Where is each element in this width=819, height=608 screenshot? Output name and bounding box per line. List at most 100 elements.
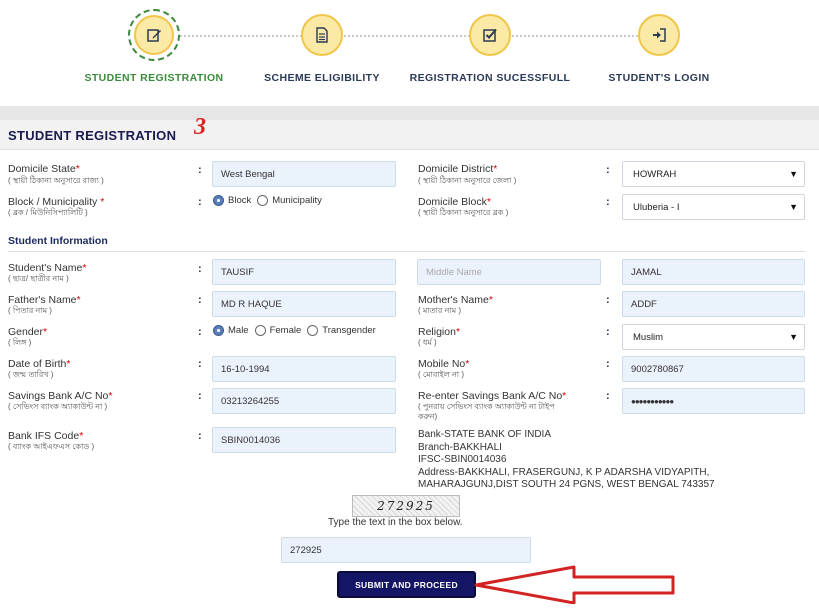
colon: : (606, 164, 610, 176)
domicile-state-field[interactable]: West Bengal (212, 161, 396, 187)
submit-button[interactable]: SUBMIT AND PROCEED (337, 571, 476, 598)
chevron-down-icon: ▼ (789, 332, 798, 342)
colon: : (606, 196, 610, 208)
step-connector (180, 35, 302, 37)
dob-sublabel: ( জন্ম তারিখ ) (8, 370, 54, 379)
bank-branch: Branch-BAKKHALI (418, 441, 502, 453)
red-arrow-annotation (474, 565, 675, 604)
block-radio[interactable] (213, 195, 224, 206)
religion-select[interactable]: Muslim ▼ (622, 324, 805, 350)
gender-radio-group: Male Female Transgender (213, 325, 382, 336)
gender-sublabel: ( লিঙ্গ ) (8, 338, 32, 347)
colon: : (606, 326, 610, 338)
colon: : (198, 390, 202, 402)
colon: : (198, 164, 202, 176)
domicile-block-select[interactable]: Uluberia - I ▼ (622, 194, 805, 220)
step-label: STUDENT REGISTRATION (84, 72, 224, 84)
ifsc-sublabel: ( ব্যাংক আইএফএস কোড ) (8, 442, 95, 451)
domicile-district-label: Domicile District* (418, 163, 498, 175)
colon: : (198, 294, 202, 306)
checkbox-icon (483, 28, 497, 42)
mobile-label: Mobile No* (418, 358, 470, 370)
step-connector (512, 35, 638, 37)
mobile-input[interactable]: 9002780867 (622, 356, 805, 382)
reenter-ac-sublabel: ( পুনরায় সেভিংস ব্যাংক অ্যাকাউন্ট না টা… (418, 402, 555, 411)
reenter-ac-input[interactable]: ●●●●●●●●●●● (622, 388, 805, 414)
savings-ac-input[interactable]: 03213264255 (212, 388, 396, 414)
father-name-label: Father's Name* (8, 294, 81, 306)
radio-label: Female (269, 325, 302, 336)
block-municipality-label: Block / Municipality * (8, 196, 105, 208)
religion-label: Religion* (418, 326, 461, 338)
mobile-sublabel: ( মোবাইল না ) (418, 370, 464, 379)
first-name-input[interactable]: TAUSIF (212, 259, 396, 285)
step-label: STUDENT'S LOGIN (608, 72, 710, 84)
female-radio[interactable] (254, 325, 266, 336)
ifsc-input[interactable]: SBIN0014036 (212, 427, 396, 453)
father-name-input[interactable]: MD R HAQUE (212, 291, 396, 317)
savings-ac-sublabel: ( সেভিংস ব্যাংক অ্যাকাউন্ট না ) (8, 402, 108, 411)
annotation-number: 3 (194, 114, 206, 140)
edit-icon (147, 29, 161, 42)
colon: : (606, 390, 610, 402)
step-circle (301, 14, 343, 56)
bank-address: MAHARAJGUNJ,DIST SOUTH 24 PGNS, WEST BEN… (418, 479, 715, 490)
colon: : (198, 263, 202, 275)
municipality-radio[interactable] (257, 195, 269, 206)
radio-label: Block (228, 195, 252, 206)
colon: : (606, 358, 610, 370)
religion-sublabel: ( ধর্ম ) (418, 338, 437, 347)
reenter-ac-label: Re-enter Savings Bank A/C No* (418, 390, 567, 402)
login-icon (653, 28, 666, 42)
colon: : (606, 294, 610, 306)
section-divider (8, 251, 805, 252)
page-title: STUDENT REGISTRATION (8, 128, 177, 143)
mother-name-input[interactable]: ADDF (622, 291, 805, 317)
father-name-sublabel: ( পিতার নাম ) (8, 306, 52, 315)
colon: : (198, 326, 202, 338)
bank-address: Address-BAKKHALI, FRASERGUNJ, K P ADARSH… (418, 466, 710, 478)
bank-ifsc: IFSC-SBIN0014036 (418, 454, 507, 465)
dob-label: Date of Birth* (8, 358, 71, 370)
block-municipality-sublabel: ( ব্লক / মিউনিসিপ্যালিটি ) (8, 208, 88, 217)
middle-name-input[interactable]: Middle Name (417, 259, 601, 285)
step-circle (469, 14, 511, 56)
radio-label: Transgender (322, 325, 376, 336)
colon: : (198, 196, 202, 208)
domicile-state-sublabel: ( স্থায়ী ঠিকানা অনুসারে রাজ্য ) (8, 176, 104, 185)
domicile-district-select[interactable]: HOWRAH ▼ (622, 161, 805, 187)
step-label: SCHEME ELIGIBILITY (264, 72, 380, 84)
section-title: Student Information (8, 235, 108, 247)
mother-name-sublabel: ( মাতার নাম ) (418, 306, 462, 315)
student-name-sublabel: ( ছাত্র/ ছাত্রীর নাম ) (8, 274, 69, 283)
dob-input[interactable]: 16-10-1994 (212, 356, 396, 382)
ifsc-label: Bank IFS Code* (8, 430, 84, 442)
captcha-input[interactable]: 272925 (281, 537, 531, 563)
divider-band (0, 106, 819, 120)
gender-label: Gender* (8, 326, 48, 338)
savings-ac-label: Savings Bank A/C No* (8, 390, 113, 402)
male-radio[interactable] (213, 325, 224, 336)
captcha-image: 272925 (352, 495, 460, 517)
step-circle (638, 14, 680, 56)
domicile-block-sublabel: ( স্থায়ী ঠিকানা অনুসারে ব্লক ) (418, 208, 509, 217)
colon: : (198, 358, 202, 370)
step-connector (344, 35, 470, 37)
domicile-district-sublabel: ( স্থায়ী ঠিকানা অনুসারে জেলা ) (418, 176, 517, 185)
student-name-label: Student's Name* (8, 262, 87, 274)
step-label: REGISTRATION SUCESSFULL (409, 72, 571, 84)
block-municipality-radio-group: Block Municipality (213, 195, 328, 206)
domicile-state-label: Domicile State* (8, 163, 80, 175)
bank-details: Bank-STATE BANK OF INDIA Branch-BAKKHALI… (418, 429, 715, 492)
step-circle-active (128, 9, 180, 61)
reenter-ac-sublabel: করুন) (418, 412, 438, 421)
chevron-down-icon: ▼ (789, 202, 798, 212)
radio-label: Male (228, 325, 249, 336)
registration-stepper: STUDENT REGISTRATION SCHEME ELIGIBILITY … (0, 0, 819, 104)
last-name-input[interactable]: JAMAL (622, 259, 805, 285)
document-icon (316, 27, 328, 43)
chevron-down-icon: ▼ (789, 169, 798, 179)
transgender-radio[interactable] (307, 325, 319, 336)
captcha-hint: Type the text in the box below. (328, 517, 463, 528)
mother-name-label: Mother's Name* (418, 294, 493, 306)
